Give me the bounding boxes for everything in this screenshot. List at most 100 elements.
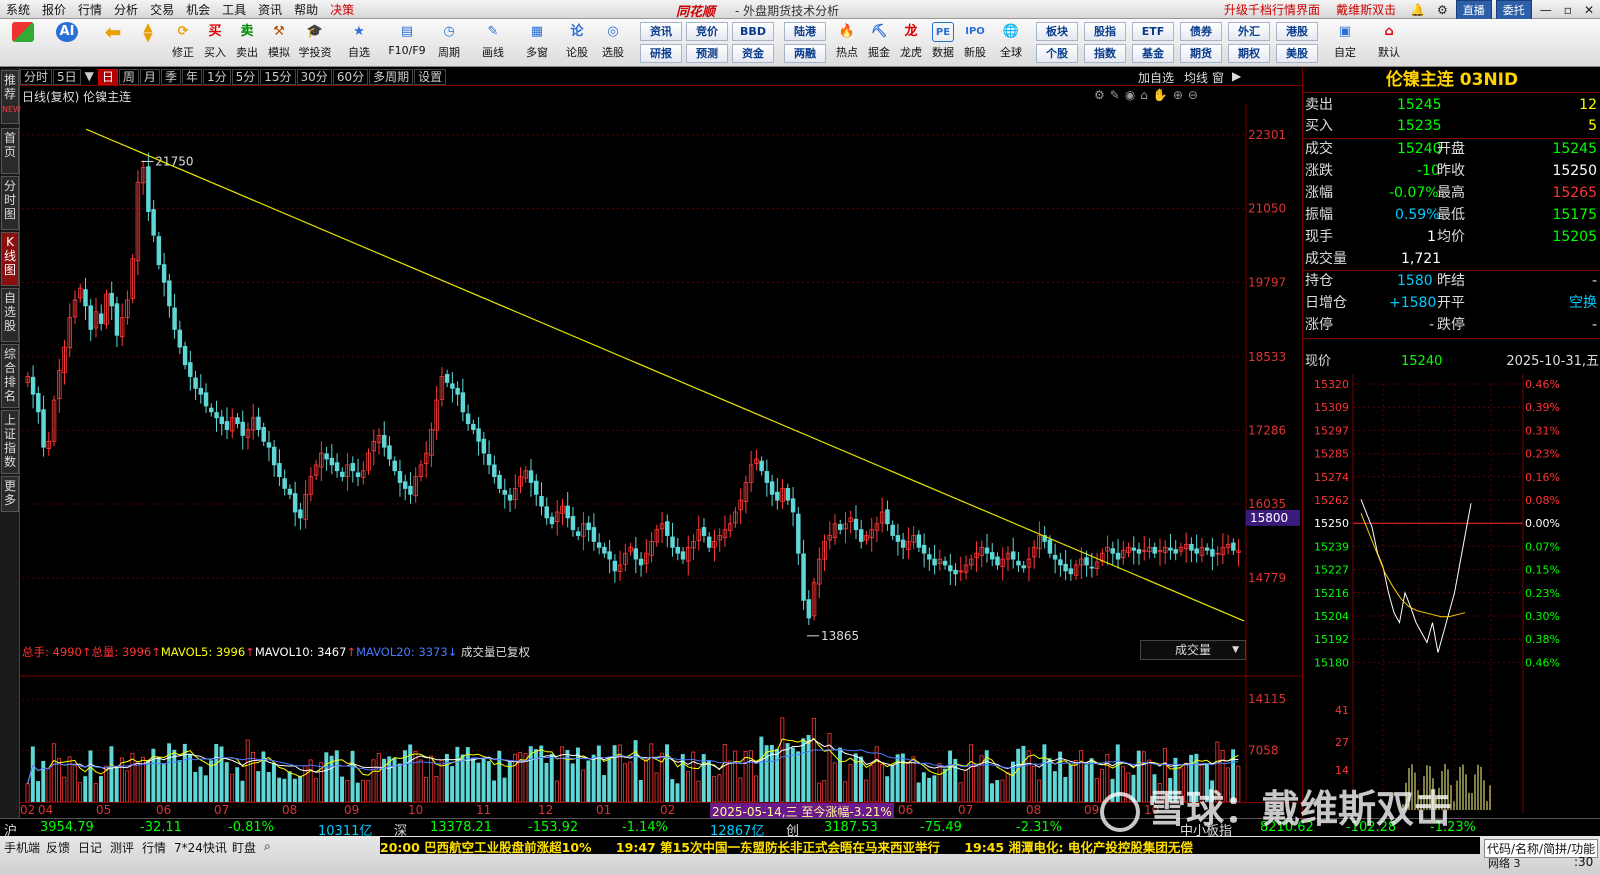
news724-link[interactable]: 7*24快讯	[174, 839, 227, 856]
learn-button[interactable]: 🎓 学投资	[298, 22, 332, 64]
index-button[interactable]: 指数	[1084, 44, 1126, 63]
index-futures-button[interactable]: 股指	[1084, 22, 1126, 41]
maximize-icon[interactable]: ▫	[1558, 3, 1578, 17]
futures-button[interactable]: 期货	[1180, 44, 1222, 63]
dragon-button[interactable]: 龙龙虎	[894, 22, 928, 64]
back-tool[interactable]: ⬅	[96, 22, 130, 64]
nav-recommend[interactable]: 推荐 NEW	[1, 70, 21, 124]
period-timeshare[interactable]: 分时	[20, 68, 53, 85]
sector-button[interactable]: 板块	[1036, 22, 1078, 41]
global-button[interactable]: 🌐 全球	[994, 22, 1028, 64]
news-item[interactable]: 19:47 第15次中国一东盟防长非正式会晤在马来西亚举行	[616, 840, 940, 854]
menu-opportunity[interactable]: 机会	[180, 1, 216, 18]
add-watchlist-button[interactable]: 加自选	[1138, 69, 1174, 86]
nav-more[interactable]: 更多	[1, 476, 19, 512]
grid-tool[interactable]	[6, 22, 40, 64]
period-60min[interactable]: 60分	[332, 68, 369, 85]
live-button[interactable]: 直播	[1455, 0, 1492, 20]
order-button[interactable]: 委托	[1495, 0, 1532, 20]
nav-shanghai-index[interactable]: 上证指数	[1, 410, 19, 474]
chart-tools-icon[interactable]: ⚙✎◉⌂✋⊕⊖	[1094, 88, 1203, 102]
period-5min[interactable]: 5分	[231, 68, 260, 85]
ipo-button[interactable]: IPO 新股	[958, 22, 992, 64]
hk-stock-button[interactable]: 港股	[1276, 22, 1318, 41]
nav-ranking[interactable]: 综合排名	[1, 344, 19, 408]
period-month[interactable]: 月	[139, 68, 160, 85]
default-button[interactable]: ⌂ 默认	[1372, 22, 1406, 64]
hk-connect-button[interactable]: 陆港	[784, 22, 826, 41]
bell-icon[interactable]: 🔔	[1404, 3, 1431, 17]
sell-button[interactable]: 卖卖出	[230, 22, 264, 64]
forum-button[interactable]: 论论股	[560, 22, 594, 64]
simulate-button[interactable]: ⚒ 模拟	[262, 22, 296, 64]
forecast-button[interactable]: 预测	[686, 44, 728, 63]
etf-button[interactable]: ETF	[1132, 22, 1174, 41]
intraday-mini-chart[interactable]: 15320 0.46% 15309 0.39% 15297 0.31% 15285 0.23%…	[1303, 374, 1600, 814]
drawline-button[interactable]: ✎ 画线	[476, 22, 510, 64]
period-week[interactable]: 周	[118, 68, 139, 85]
ma-button[interactable]: 均线	[1184, 69, 1208, 86]
expand-icon[interactable]: ▶	[1232, 69, 1241, 83]
menu-market[interactable]: 行情	[72, 1, 108, 18]
gear-icon[interactable]: ⚙	[1431, 3, 1454, 17]
buy-button[interactable]: 买买入	[198, 22, 232, 64]
menu-news[interactable]: 资讯	[252, 1, 288, 18]
period-multi[interactable]: 多周期	[369, 68, 414, 85]
ai-tool[interactable]: AI	[50, 22, 84, 64]
screener-button[interactable]: ◎ 选股	[596, 22, 630, 64]
news-item[interactable]: 20:00 巴西航空工业股盘前涨超10%	[380, 840, 592, 854]
menu-decision[interactable]: 决策	[324, 1, 360, 18]
upgrade-link[interactable]: 升级千档行情界面	[1216, 1, 1328, 18]
fund-button[interactable]: 基金	[1132, 44, 1174, 63]
news-ticker[interactable]: 20:00 巴西航空工业股盘前涨超10% 19:47 第15次中国一东盟防长非正…	[380, 837, 1480, 854]
options-button[interactable]: 期权	[1228, 44, 1270, 63]
correct-button[interactable]: ⟳ 修正	[166, 22, 200, 64]
multiwin-button[interactable]: ▦ 多窗	[520, 22, 554, 64]
research-button[interactable]: 研报	[640, 44, 682, 63]
minimize-icon[interactable]: —	[1534, 3, 1558, 17]
custom-button[interactable]: ▣ 自定	[1328, 22, 1362, 64]
news-item[interactable]: 19:45 湘潭电化: 电化产投控股集团无偿	[964, 840, 1193, 854]
watchlist-button[interactable]: ★ 自选	[342, 22, 376, 64]
margin-button[interactable]: 两融	[784, 44, 826, 63]
menu-help[interactable]: 帮助	[288, 1, 324, 18]
nav-kline[interactable]: K线图	[1, 232, 19, 286]
hotspot-button[interactable]: 🔥 热点	[830, 22, 864, 64]
nav-home[interactable]: 首页	[1, 128, 19, 174]
period-15min[interactable]: 15分	[260, 68, 296, 85]
feedback-link[interactable]: 反馈	[46, 839, 70, 856]
indicator-selector[interactable]: 成交量 ▼	[1140, 640, 1246, 660]
bond-button[interactable]: 债券	[1180, 22, 1222, 41]
market-link[interactable]: 行情	[142, 839, 166, 856]
period-button[interactable]: ◷ 周期	[432, 22, 466, 64]
menu-tools[interactable]: 工具	[216, 1, 252, 18]
mobile-link[interactable]: 手机端	[4, 839, 40, 856]
up-down-tool[interactable]: ▲ ▼	[136, 21, 160, 64]
nav-timeshare[interactable]: 分时图	[1, 176, 19, 230]
period-1min[interactable]: 1分	[202, 68, 231, 85]
data-button[interactable]: PE 数据	[926, 22, 960, 64]
window-button[interactable]: 窗	[1212, 69, 1224, 86]
f10-button[interactable]: ▤ F10/F9	[386, 22, 428, 64]
news-small-button[interactable]: 资讯	[640, 22, 682, 41]
period-year[interactable]: 年	[181, 68, 202, 85]
search-icon[interactable]: ⌕	[264, 839, 271, 854]
us-stock-button[interactable]: 美股	[1276, 44, 1318, 63]
menu-trade[interactable]: 交易	[144, 1, 180, 18]
period-5day[interactable]: 5日	[53, 68, 81, 85]
fund-flow-button[interactable]: 资金	[732, 44, 774, 63]
auction-button[interactable]: 竞价	[686, 22, 728, 41]
menu-analysis[interactable]: 分析	[108, 1, 144, 18]
period-day[interactable]: 日	[97, 68, 118, 85]
period-30min[interactable]: 30分	[296, 68, 332, 85]
nav-watchlist[interactable]: 自选股	[1, 288, 19, 342]
diary-link[interactable]: 日记	[78, 839, 102, 856]
dig-button[interactable]: ⛏ 掘金	[862, 22, 896, 64]
period-quarter[interactable]: 季	[160, 68, 181, 85]
stock-button[interactable]: 个股	[1036, 44, 1078, 63]
menu-system[interactable]: 系统	[0, 1, 36, 18]
kline-chart[interactable]: 22301 21050 19797 18533 17286 16035 14779 15800…	[20, 104, 1302, 804]
review-link[interactable]: 测评	[110, 839, 134, 856]
period-settings[interactable]: 设置	[414, 68, 447, 85]
forex-button[interactable]: 外汇	[1228, 22, 1270, 41]
